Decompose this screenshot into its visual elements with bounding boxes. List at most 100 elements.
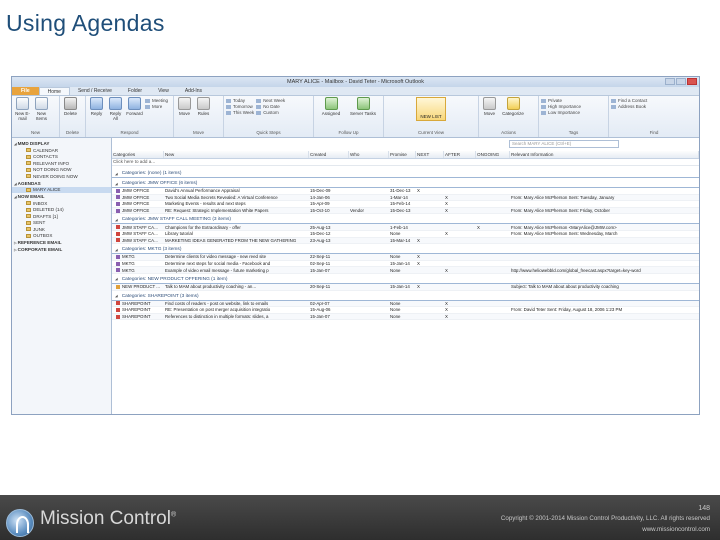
table-row[interactable]: MKTG Example of video email message - fut… [112, 267, 699, 274]
cell-created: 15-Aug-06 [310, 307, 331, 313]
table-row[interactable]: JMW STAFF CA... Library tutorial 15-Dec-12… [112, 231, 699, 238]
new-email-button[interactable]: New E-mail [14, 97, 31, 130]
column-ongoing[interactable]: ONGOING [476, 151, 510, 158]
categorize-button[interactable]: Categorize [500, 97, 526, 130]
table-row[interactable]: SHAREPOINT Find costs of readers - post o… [112, 300, 699, 308]
table-row[interactable]: SHAREPOINT References to distinction in m… [112, 313, 699, 321]
table-row[interactable]: NEW PRODUCT ... Talk to MAM about product… [112, 283, 699, 291]
nav-section-mmd-display[interactable]: MMD DISPLAY [12, 140, 111, 147]
cell-after: X [445, 201, 448, 207]
table-row[interactable]: JMW OFFICE RE: Request: Strategic Impleme… [112, 207, 699, 215]
assigned-button[interactable]: Assigned [316, 97, 346, 130]
minimize-button[interactable] [665, 78, 675, 85]
cell-new: Champions for the Extraordinary - offer [165, 224, 241, 230]
delete-icon [64, 97, 77, 110]
tab-folder[interactable]: Folder [120, 87, 150, 95]
folder-icon [26, 214, 31, 219]
close-button[interactable] [687, 78, 697, 85]
flag-today-button[interactable]: Today [226, 98, 254, 103]
group-header[interactable]: Categories: JMW STAFF CALL MEETING (3 it… [112, 216, 699, 225]
new-items-button[interactable]: New Items [33, 97, 50, 130]
nav-section-reference-email[interactable]: REFERENCE EMAIL [12, 239, 111, 246]
group-header[interactable]: Categories: SHAREPOINT (3 items) [112, 293, 699, 301]
server-tasks-button[interactable]: Server Tasks [348, 97, 378, 130]
cell-rel: From: Mary Alice McPherson <MaryAlice@JM… [511, 224, 617, 230]
folder-icon [26, 220, 31, 225]
table-row[interactable]: MKTG Determine clients for video message … [112, 254, 699, 261]
column-after[interactable]: AFTER [444, 151, 476, 158]
tab-file[interactable]: File [12, 87, 39, 95]
group-header[interactable]: Categories: JMW OFFICE (6 items) [112, 180, 699, 188]
tab-view[interactable]: View [150, 87, 177, 95]
column-promise[interactable]: Promise [389, 151, 416, 158]
column-relevant-information[interactable]: Relevant Information [510, 151, 699, 158]
tab-add-ins[interactable]: Add-Ins [177, 87, 210, 95]
cell-after: X [445, 231, 448, 237]
nav-section-corporate-email[interactable]: CORPORATE EMAIL [12, 246, 111, 253]
ribbon: New E-mail New Items New Delete Delete R… [12, 96, 699, 138]
cell-promise: 15-Jan-14 [390, 261, 410, 267]
maximize-button[interactable] [676, 78, 686, 85]
category-color-icon [116, 231, 120, 236]
window-titlebar: MARY ALICE - Mailbox - David Teter - Mic… [12, 77, 699, 87]
flag-custom-button[interactable]: Custom [256, 110, 285, 115]
table-row[interactable]: JMW STAFF CA... MARKETING IDEAS GENERATED… [112, 237, 699, 245]
reply-all-button[interactable]: Reply All [107, 97, 124, 130]
meeting-button[interactable]: Meeting [145, 98, 168, 103]
table-row[interactable]: MKTG Determine next steps for social medi… [112, 261, 699, 268]
cell-new: Marketing Events - results and next step… [165, 201, 246, 207]
brand-name: Mission Control® [40, 508, 177, 529]
column-categories[interactable]: Categories [112, 151, 164, 158]
cell-next: X [417, 284, 420, 290]
column-headers: Categories New Created Who Promise NEXT … [112, 151, 699, 159]
group-header[interactable]: Categories: MKTG (3 items) [112, 246, 699, 255]
search-input[interactable]: Search MARY ALICE (Ctrl+E) [509, 140, 619, 148]
group-header[interactable]: Categories: (none) (1 items) [112, 170, 699, 178]
cell-created: 15-Dec-09 [310, 188, 331, 194]
column-who[interactable]: Who [349, 151, 389, 158]
tab-home[interactable]: Home [38, 87, 70, 95]
table-row[interactable]: SHAREPOINT RE: Presentation on post merge… [112, 307, 699, 314]
tab-send-receive[interactable]: Send / Receive [70, 87, 120, 95]
navigation-pane: MMD DISPLAY CALENDAR CONTACTS RELEVANT I… [12, 138, 112, 414]
add-new-item-row[interactable]: Click here to add a... [112, 159, 699, 166]
table-row[interactable]: JMW STAFF CA... Champions for the Extraor… [112, 224, 699, 231]
more-button[interactable]: More [145, 104, 168, 109]
find-contact-button[interactable]: Find a Contact [611, 98, 647, 103]
flag-next-week-button[interactable]: Next Week [256, 98, 285, 103]
folder-icon [26, 201, 31, 206]
high-importance-button[interactable]: High Importance [541, 104, 581, 109]
column-new[interactable]: New [164, 151, 309, 158]
move-button[interactable]: Move [176, 97, 193, 130]
low-importance-button[interactable]: Low Importance [541, 110, 581, 115]
flag-no-date-button[interactable]: No Date [256, 104, 285, 109]
new-list-view-button[interactable]: NEW LIST [416, 97, 446, 121]
cell-created: 02-Sep-11 [310, 261, 331, 267]
cell-rel: Subject: Talk to MAM about about product… [511, 284, 619, 290]
move-action-button[interactable]: Move [481, 97, 498, 130]
column-next[interactable]: NEXT [416, 151, 444, 158]
column-created[interactable]: Created [309, 151, 349, 158]
rules-button[interactable]: Rules [195, 97, 212, 130]
ribbon-group-current-view: NEW LIST Current View [384, 96, 479, 137]
table-row[interactable]: JMW OFFICE Two Social Media Secrets Revea… [112, 194, 699, 202]
nav-section-agendas[interactable]: AGENDAS [12, 180, 111, 187]
flag-this-week-button[interactable]: This Week [226, 110, 254, 115]
category-color-icon [116, 238, 120, 243]
table-row[interactable]: JMW OFFICE Marketing Events - results and… [112, 201, 699, 208]
delete-button[interactable]: Delete [62, 97, 79, 130]
cell-rel: From: Mary Alice McPherson Sent: Friday,… [511, 208, 610, 214]
group-header[interactable]: Categories: NEW PRODUCT OFFERING (1 item… [112, 276, 699, 284]
cell-promise: 15-Dec-13 [390, 208, 411, 214]
folder-icon [26, 148, 31, 153]
reply-button[interactable]: Reply [88, 97, 105, 130]
flag-tomorrow-button[interactable]: Tomorrow [226, 104, 254, 109]
address-book-button[interactable]: Address Book [611, 104, 647, 109]
category-color-icon [116, 268, 120, 273]
private-button[interactable]: Private [541, 98, 581, 103]
move-icon [178, 97, 191, 110]
forward-button[interactable]: Forward [126, 97, 143, 130]
nav-section-now-email[interactable]: NOW EMAIL [12, 193, 111, 200]
ribbon-group-followup: Today Tomorrow This Week Next Week No Da… [224, 96, 314, 137]
table-row[interactable]: JMW OFFICE David's Annual Performance App… [112, 188, 699, 195]
